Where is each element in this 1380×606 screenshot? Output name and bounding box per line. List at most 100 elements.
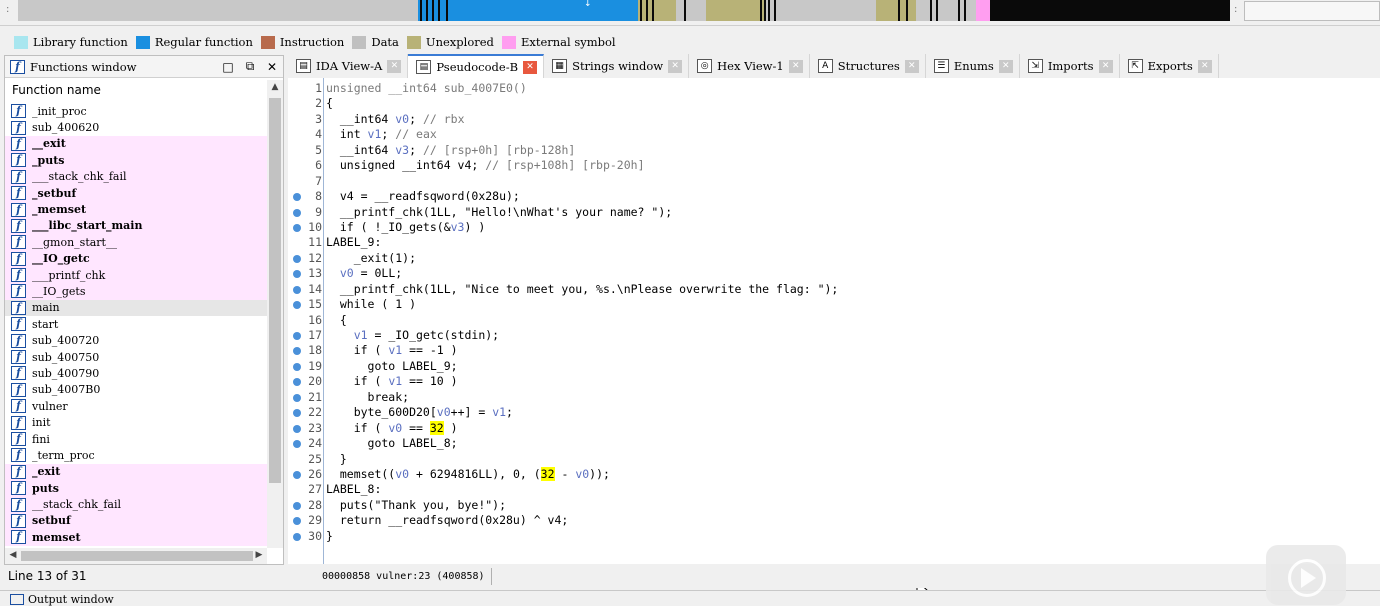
- breakpoint-dot-icon[interactable]: [293, 517, 301, 526]
- function-list-item[interactable]: f __gmon_start__: [5, 234, 267, 251]
- code-line[interactable]: 7: [288, 174, 1380, 189]
- tab-strings-window[interactable]: ▦ Strings window ✕: [544, 54, 690, 78]
- breakpoint-dot-icon[interactable]: [293, 409, 301, 418]
- code-line[interactable]: 2{: [288, 96, 1380, 111]
- function-list-item[interactable]: f setbuf: [5, 512, 267, 530]
- code-line[interactable]: 27 LABEL_8:: [288, 482, 1380, 497]
- output-window-bar[interactable]: Output window: [0, 590, 1380, 606]
- breakpoint-dot-icon[interactable]: [293, 254, 301, 263]
- function-list-horizontal-scrollbar[interactable]: ◀ ▶: [5, 548, 267, 564]
- code-line[interactable]: 5 __int64 v3; // [rsp+0h] [rbp-128h]: [288, 143, 1380, 158]
- function-list-item[interactable]: f sub_400620: [5, 119, 267, 135]
- code-line[interactable]: 3 __int64 v0; // rbx: [288, 112, 1380, 127]
- code-line[interactable]: 1 unsigned __int64 sub_4007E0(): [288, 81, 1380, 96]
- function-list-item[interactable]: f ___printf_chk: [5, 266, 267, 284]
- function-name-column-header[interactable]: Function name: [5, 80, 267, 100]
- code-line[interactable]: 15 while ( 1 ): [288, 297, 1380, 312]
- navigation-bar[interactable]: ↓: [18, 0, 1230, 21]
- function-list-item[interactable]: f __stack_chk_fail: [5, 496, 267, 513]
- tab-close-icon[interactable]: ✕: [1098, 59, 1113, 73]
- code-line[interactable]: 18 if ( v1 == -1 ): [288, 343, 1380, 358]
- code-line[interactable]: 10 if ( !_IO_gets(&v3) ): [288, 220, 1380, 235]
- code-line[interactable]: 9 __printf_chk(1LL, "Hello!\nWhat's your…: [288, 205, 1380, 220]
- function-list-item[interactable]: f fini: [5, 431, 267, 447]
- nav-address-box[interactable]: [1244, 1, 1380, 21]
- breakpoint-dot-icon[interactable]: [293, 532, 301, 541]
- code-line[interactable]: 20 if ( v1 == 10 ): [288, 374, 1380, 389]
- function-list-item[interactable]: f _init_proc: [5, 103, 267, 119]
- tab-close-icon[interactable]: ✕: [523, 60, 538, 74]
- code-line[interactable]: 25 }: [288, 452, 1380, 467]
- function-list-item[interactable]: f _setbuf: [5, 184, 267, 202]
- function-list-item[interactable]: f sub_400790: [5, 365, 267, 381]
- scroll-left-icon[interactable]: ◀: [5, 550, 21, 560]
- breakpoint-dot-icon[interactable]: [293, 270, 301, 279]
- code-line[interactable]: 6 unsigned __int64 v4; // [rsp+108h] [rb…: [288, 158, 1380, 173]
- video-play-button[interactable]: [1266, 545, 1346, 605]
- breakpoint-dot-icon[interactable]: [293, 440, 301, 449]
- breakpoint-dot-icon[interactable]: [293, 193, 301, 202]
- code-line[interactable]: 14 __printf_chk(1LL, "Nice to meet you, …: [288, 282, 1380, 297]
- breakpoint-dot-icon[interactable]: [293, 301, 301, 310]
- tab-close-icon[interactable]: ✕: [387, 59, 402, 73]
- code-line[interactable]: 30}: [288, 529, 1380, 544]
- code-line[interactable]: 11 LABEL_9:: [288, 235, 1380, 250]
- code-line[interactable]: 23 if ( v0 == 32 ): [288, 420, 1380, 436]
- function-list-item[interactable]: f _exit: [5, 463, 267, 480]
- code-line[interactable]: 28 puts("Thank you, bye!");: [288, 498, 1380, 513]
- function-list-item[interactable]: f vulner: [5, 398, 267, 414]
- code-line[interactable]: 22 byte_600D20[v0++] = v1;: [288, 405, 1380, 420]
- scroll-up-icon[interactable]: ▲: [267, 82, 283, 92]
- float-icon[interactable]: ⧉: [239, 59, 261, 74]
- breakpoint-dot-icon[interactable]: [293, 378, 301, 387]
- code-line[interactable]: 16 {: [288, 313, 1380, 328]
- code-line[interactable]: 12 _exit(1);: [288, 251, 1380, 266]
- code-line[interactable]: 19 goto LABEL_9;: [288, 359, 1380, 374]
- function-list-item[interactable]: f sub_400750: [5, 349, 267, 365]
- tab-exports[interactable]: ⇱ Exports ✕: [1119, 54, 1219, 78]
- pseudocode-view[interactable]: 1 unsigned __int64 sub_4007E0() 2{3 __int6…: [288, 78, 1380, 600]
- close-icon[interactable]: ✕: [261, 60, 283, 74]
- function-list-item[interactable]: f sub_4007B0: [5, 382, 267, 398]
- code-line[interactable]: 24 goto LABEL_8;: [288, 436, 1380, 451]
- tab-close-icon[interactable]: ✕: [668, 59, 683, 73]
- code-line[interactable]: 13 v0 = 0LL;: [288, 266, 1380, 281]
- tab-imports[interactable]: ⇲ Imports ✕: [1019, 54, 1120, 78]
- function-list-item[interactable]: f puts: [5, 479, 267, 497]
- code-line[interactable]: 21 break;: [288, 390, 1380, 405]
- horizontal-scroll-thumb[interactable]: [21, 551, 253, 561]
- breakpoint-dot-icon[interactable]: [293, 362, 301, 371]
- function-list-item[interactable]: f sub_400720: [5, 332, 267, 348]
- function-list-item[interactable]: f init: [5, 414, 267, 430]
- tab-pseudocode-b[interactable]: ▤ Pseudocode-B ✕: [408, 54, 545, 78]
- function-list-item[interactable]: f memset: [5, 529, 267, 546]
- breakpoint-dot-icon[interactable]: [293, 470, 301, 479]
- function-list-item[interactable]: f _memset: [5, 201, 267, 218]
- function-list-item[interactable]: f _term_proc: [5, 447, 267, 463]
- function-list-item[interactable]: f _puts: [5, 152, 267, 169]
- tab-structures[interactable]: A Structures ✕: [809, 54, 926, 78]
- function-list-item[interactable]: f start: [5, 316, 267, 332]
- vertical-scroll-thumb[interactable]: [269, 98, 281, 483]
- code-line[interactable]: 29 return __readfsqword(0x28u) ^ v4;: [288, 513, 1380, 528]
- breakpoint-dot-icon[interactable]: [293, 223, 301, 232]
- tab-close-icon[interactable]: ✕: [1197, 59, 1212, 73]
- breakpoint-dot-icon[interactable]: [293, 424, 301, 433]
- function-list-item[interactable]: f main: [5, 299, 267, 317]
- tab-ida-view-a[interactable]: ▤ IDA View-A ✕: [288, 54, 409, 78]
- function-list-vertical-scrollbar[interactable]: ▲: [267, 80, 283, 548]
- tab-close-icon[interactable]: ✕: [998, 59, 1013, 73]
- code-line[interactable]: 26 memset((v0 + 6294816LL), 0, (32 - v0)…: [288, 466, 1380, 482]
- scroll-right-icon[interactable]: ▶: [251, 550, 267, 560]
- function-list-item[interactable]: f __IO_getc: [5, 250, 267, 267]
- function-list-item[interactable]: f ___stack_chk_fail: [5, 168, 267, 185]
- code-line[interactable]: 4 int v1; // eax: [288, 127, 1380, 142]
- breakpoint-dot-icon[interactable]: [293, 208, 301, 217]
- breakpoint-dot-icon[interactable]: [293, 393, 301, 402]
- code-line[interactable]: 17 v1 = _IO_getc(stdin);: [288, 328, 1380, 343]
- tab-hex-view-1[interactable]: ◎ Hex View-1 ✕: [689, 54, 810, 78]
- minimize-icon[interactable]: □: [217, 60, 239, 74]
- function-list-item[interactable]: f __exit: [5, 135, 267, 153]
- tab-enums[interactable]: ☰ Enums ✕: [925, 54, 1020, 78]
- tab-close-icon[interactable]: ✕: [904, 59, 919, 73]
